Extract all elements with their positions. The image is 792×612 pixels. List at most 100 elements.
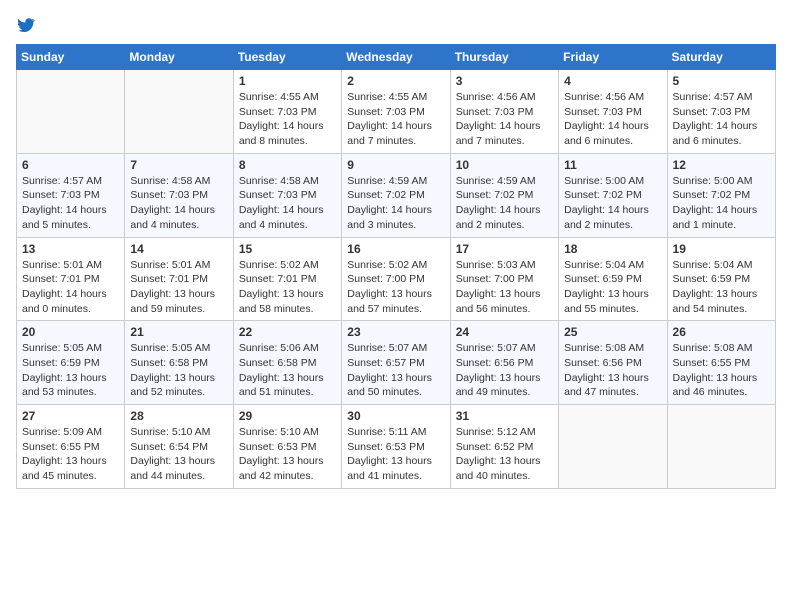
day-number: 31 bbox=[456, 409, 553, 423]
day-number: 8 bbox=[239, 158, 336, 172]
day-number: 3 bbox=[456, 74, 553, 88]
calendar-header-friday: Friday bbox=[559, 45, 667, 70]
calendar-cell: 14 Sunrise: 5:01 AM Sunset: 7:01 PM Dayli… bbox=[125, 237, 233, 321]
calendar-cell: 23Sunrise: 5:07 AM Sunset: 6:57 PM Dayli… bbox=[342, 321, 450, 405]
day-number: 25 bbox=[564, 325, 661, 339]
day-info: Sunrise: 5:00 AM Sunset: 7:02 PM Dayligh… bbox=[673, 174, 770, 233]
day-number: 5 bbox=[673, 74, 770, 88]
day-info: Sunrise: 4:55 AM Sunset: 7:03 PM Dayligh… bbox=[347, 90, 444, 149]
calendar-cell bbox=[559, 405, 667, 489]
day-number: 4 bbox=[564, 74, 661, 88]
page-header bbox=[16, 16, 776, 34]
calendar-cell: 9Sunrise: 4:59 AM Sunset: 7:02 PM Daylig… bbox=[342, 153, 450, 237]
day-info: Sunrise: 4:56 AM Sunset: 7:03 PM Dayligh… bbox=[564, 90, 661, 149]
calendar-header-wednesday: Wednesday bbox=[342, 45, 450, 70]
logo bbox=[16, 16, 36, 34]
day-number: 29 bbox=[239, 409, 336, 423]
day-info: Sunrise: 4:58 AM Sunset: 7:03 PM Dayligh… bbox=[239, 174, 336, 233]
day-info: Sunrise: 4:58 AM Sunset: 7:03 PM Dayligh… bbox=[130, 174, 227, 233]
day-info: Sunrise: 5:12 AM Sunset: 6:52 PM Dayligh… bbox=[456, 425, 553, 484]
day-number: 12 bbox=[673, 158, 770, 172]
day-number: 18 bbox=[564, 242, 661, 256]
calendar-cell: 12 Sunrise: 5:00 AM Sunset: 7:02 PM Dayli… bbox=[667, 153, 775, 237]
calendar-cell bbox=[125, 70, 233, 154]
day-number: 2 bbox=[347, 74, 444, 88]
day-number: 14 bbox=[130, 242, 227, 256]
day-number: 7 bbox=[130, 158, 227, 172]
day-info: Sunrise: 5:03 AM Sunset: 7:00 PM Dayligh… bbox=[456, 258, 553, 317]
calendar-cell: 5 Sunrise: 4:57 AM Sunset: 7:03 PM Daylig… bbox=[667, 70, 775, 154]
calendar-cell: 22 Sunrise: 5:06 AM Sunset: 6:58 PM Dayli… bbox=[233, 321, 341, 405]
day-number: 10 bbox=[456, 158, 553, 172]
day-info: Sunrise: 5:10 AM Sunset: 6:54 PM Dayligh… bbox=[130, 425, 227, 484]
calendar-cell: 30Sunrise: 5:11 AM Sunset: 6:53 PM Dayli… bbox=[342, 405, 450, 489]
day-number: 16 bbox=[347, 242, 444, 256]
day-info: Sunrise: 5:05 AM Sunset: 6:59 PM Dayligh… bbox=[22, 341, 119, 400]
day-number: 11 bbox=[564, 158, 661, 172]
calendar-cell: 25 Sunrise: 5:08 AM Sunset: 6:56 PM Dayli… bbox=[559, 321, 667, 405]
day-info: Sunrise: 5:00 AM Sunset: 7:02 PM Dayligh… bbox=[564, 174, 661, 233]
calendar-table: SundayMondayTuesdayWednesdayThursdayFrid… bbox=[16, 44, 776, 489]
calendar-week-row: 1 Sunrise: 4:55 AM Sunset: 7:03 PM Daylig… bbox=[17, 70, 776, 154]
calendar-cell bbox=[17, 70, 125, 154]
day-info: Sunrise: 5:04 AM Sunset: 6:59 PM Dayligh… bbox=[673, 258, 770, 317]
day-info: Sunrise: 5:05 AM Sunset: 6:58 PM Dayligh… bbox=[130, 341, 227, 400]
day-number: 9 bbox=[347, 158, 444, 172]
calendar-week-row: 20Sunrise: 5:05 AM Sunset: 6:59 PM Dayli… bbox=[17, 321, 776, 405]
day-info: Sunrise: 5:11 AM Sunset: 6:53 PM Dayligh… bbox=[347, 425, 444, 484]
logo-bird-icon bbox=[18, 16, 36, 34]
calendar-week-row: 27 Sunrise: 5:09 AM Sunset: 6:55 PM Dayli… bbox=[17, 405, 776, 489]
calendar-cell: 7 Sunrise: 4:58 AM Sunset: 7:03 PM Daylig… bbox=[125, 153, 233, 237]
day-number: 13 bbox=[22, 242, 119, 256]
day-info: Sunrise: 5:01 AM Sunset: 7:01 PM Dayligh… bbox=[22, 258, 119, 317]
day-info: Sunrise: 5:08 AM Sunset: 6:56 PM Dayligh… bbox=[564, 341, 661, 400]
day-number: 15 bbox=[239, 242, 336, 256]
day-info: Sunrise: 5:07 AM Sunset: 6:57 PM Dayligh… bbox=[347, 341, 444, 400]
day-info: Sunrise: 4:55 AM Sunset: 7:03 PM Dayligh… bbox=[239, 90, 336, 149]
day-info: Sunrise: 5:06 AM Sunset: 6:58 PM Dayligh… bbox=[239, 341, 336, 400]
day-info: Sunrise: 5:10 AM Sunset: 6:53 PM Dayligh… bbox=[239, 425, 336, 484]
day-number: 27 bbox=[22, 409, 119, 423]
calendar-header-thursday: Thursday bbox=[450, 45, 558, 70]
calendar-cell: 28Sunrise: 5:10 AM Sunset: 6:54 PM Dayli… bbox=[125, 405, 233, 489]
day-number: 21 bbox=[130, 325, 227, 339]
day-info: Sunrise: 4:57 AM Sunset: 7:03 PM Dayligh… bbox=[22, 174, 119, 233]
day-number: 22 bbox=[239, 325, 336, 339]
calendar-week-row: 13 Sunrise: 5:01 AM Sunset: 7:01 PM Dayli… bbox=[17, 237, 776, 321]
day-number: 6 bbox=[22, 158, 119, 172]
day-info: Sunrise: 4:56 AM Sunset: 7:03 PM Dayligh… bbox=[456, 90, 553, 149]
calendar-cell: 21 Sunrise: 5:05 AM Sunset: 6:58 PM Dayli… bbox=[125, 321, 233, 405]
day-info: Sunrise: 5:08 AM Sunset: 6:55 PM Dayligh… bbox=[673, 341, 770, 400]
day-number: 1 bbox=[239, 74, 336, 88]
day-number: 26 bbox=[673, 325, 770, 339]
calendar-header-saturday: Saturday bbox=[667, 45, 775, 70]
calendar-cell: 2 Sunrise: 4:55 AM Sunset: 7:03 PM Daylig… bbox=[342, 70, 450, 154]
calendar-cell: 20Sunrise: 5:05 AM Sunset: 6:59 PM Dayli… bbox=[17, 321, 125, 405]
day-info: Sunrise: 5:02 AM Sunset: 7:00 PM Dayligh… bbox=[347, 258, 444, 317]
calendar-header-sunday: Sunday bbox=[17, 45, 125, 70]
calendar-cell: 3 Sunrise: 4:56 AM Sunset: 7:03 PM Daylig… bbox=[450, 70, 558, 154]
day-info: Sunrise: 5:04 AM Sunset: 6:59 PM Dayligh… bbox=[564, 258, 661, 317]
calendar-cell: 10 Sunrise: 4:59 AM Sunset: 7:02 PM Dayli… bbox=[450, 153, 558, 237]
calendar-cell: 26 Sunrise: 5:08 AM Sunset: 6:55 PM Dayli… bbox=[667, 321, 775, 405]
calendar-cell: 27 Sunrise: 5:09 AM Sunset: 6:55 PM Dayli… bbox=[17, 405, 125, 489]
calendar-header-monday: Monday bbox=[125, 45, 233, 70]
day-info: Sunrise: 5:01 AM Sunset: 7:01 PM Dayligh… bbox=[130, 258, 227, 317]
calendar-cell: 11 Sunrise: 5:00 AM Sunset: 7:02 PM Dayli… bbox=[559, 153, 667, 237]
calendar-cell: 19 Sunrise: 5:04 AM Sunset: 6:59 PM Dayli… bbox=[667, 237, 775, 321]
calendar-cell: 1 Sunrise: 4:55 AM Sunset: 7:03 PM Daylig… bbox=[233, 70, 341, 154]
calendar-cell: 31 Sunrise: 5:12 AM Sunset: 6:52 PM Dayli… bbox=[450, 405, 558, 489]
calendar-header-tuesday: Tuesday bbox=[233, 45, 341, 70]
calendar-header-row: SundayMondayTuesdayWednesdayThursdayFrid… bbox=[17, 45, 776, 70]
day-number: 17 bbox=[456, 242, 553, 256]
day-info: Sunrise: 4:59 AM Sunset: 7:02 PM Dayligh… bbox=[456, 174, 553, 233]
day-info: Sunrise: 4:57 AM Sunset: 7:03 PM Dayligh… bbox=[673, 90, 770, 149]
calendar-cell: 18 Sunrise: 5:04 AM Sunset: 6:59 PM Dayli… bbox=[559, 237, 667, 321]
day-number: 19 bbox=[673, 242, 770, 256]
calendar-cell: 29 Sunrise: 5:10 AM Sunset: 6:53 PM Dayli… bbox=[233, 405, 341, 489]
day-number: 24 bbox=[456, 325, 553, 339]
day-info: Sunrise: 5:07 AM Sunset: 6:56 PM Dayligh… bbox=[456, 341, 553, 400]
day-info: Sunrise: 5:09 AM Sunset: 6:55 PM Dayligh… bbox=[22, 425, 119, 484]
calendar-cell: 17 Sunrise: 5:03 AM Sunset: 7:00 PM Dayli… bbox=[450, 237, 558, 321]
calendar-cell: 16 Sunrise: 5:02 AM Sunset: 7:00 PM Dayli… bbox=[342, 237, 450, 321]
